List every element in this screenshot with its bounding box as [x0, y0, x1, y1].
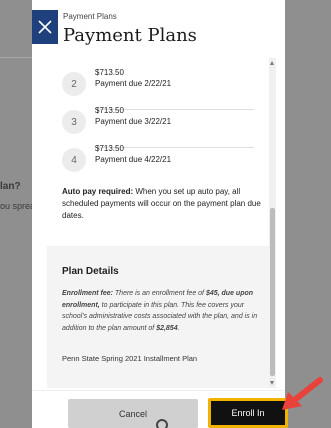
enrollment-fee-end: .	[177, 324, 180, 332]
payment-due-date: Payment due 4/22/21	[95, 155, 172, 164]
background-heading: lan?	[0, 181, 21, 192]
plan-details-title: Plan Details	[62, 266, 119, 277]
drawer-scroll-area[interactable]: 2 $713.50 Payment due 2/22/21 3 $713.50 …	[47, 58, 270, 388]
drawer-title: Payment Plans	[63, 25, 197, 46]
enrollment-fee-text-1: There is an enrollment fee of	[112, 290, 206, 297]
payment-amount: $713.50	[95, 106, 124, 115]
payment-row-3: 3 $713.50 Payment due 3/22/21	[62, 104, 254, 148]
drawer-eyebrow: Payment Plans	[63, 12, 117, 21]
autopay-notice: Auto pay required: When you set up auto …	[62, 186, 262, 222]
plan-details-box: Plan Details Enrollment fee: There is an…	[47, 246, 269, 388]
payment-due-date: Payment due 3/22/21	[95, 117, 172, 126]
payment-due-date: Payment due 2/22/21	[95, 79, 172, 88]
mouse-cursor-icon	[156, 419, 168, 428]
plan-enrollment-fee-text: Enrollment fee: There is an enrollment f…	[62, 288, 260, 334]
scrollbar-thumb[interactable]	[270, 208, 275, 376]
close-icon	[38, 20, 52, 34]
autopay-label: Auto pay required:	[62, 187, 134, 196]
payment-number-badge: 4	[62, 148, 86, 172]
plan-amount: $2,854	[156, 324, 178, 332]
payment-number-badge: 2	[62, 72, 86, 96]
payment-row-4: 4 $713.50 Payment due 4/22/21	[62, 142, 254, 180]
close-button[interactable]	[32, 10, 58, 44]
enrollment-fee-label: Enrollment fee:	[62, 290, 113, 297]
payment-number-badge: 3	[62, 110, 86, 134]
drawer-scrollbar[interactable]	[269, 58, 276, 388]
payment-row-2: 2 $713.50 Payment due 2/22/21	[62, 66, 254, 110]
cancel-button[interactable]: Cancel	[68, 399, 198, 428]
scroll-up-arrow-icon[interactable]	[270, 61, 274, 65]
payment-amount: $713.50	[95, 144, 124, 153]
plan-name: Penn State Spring 2021 Installment Plan	[62, 354, 198, 363]
pointer-arrow-icon	[282, 377, 323, 410]
payment-amount: $713.50	[95, 68, 124, 77]
